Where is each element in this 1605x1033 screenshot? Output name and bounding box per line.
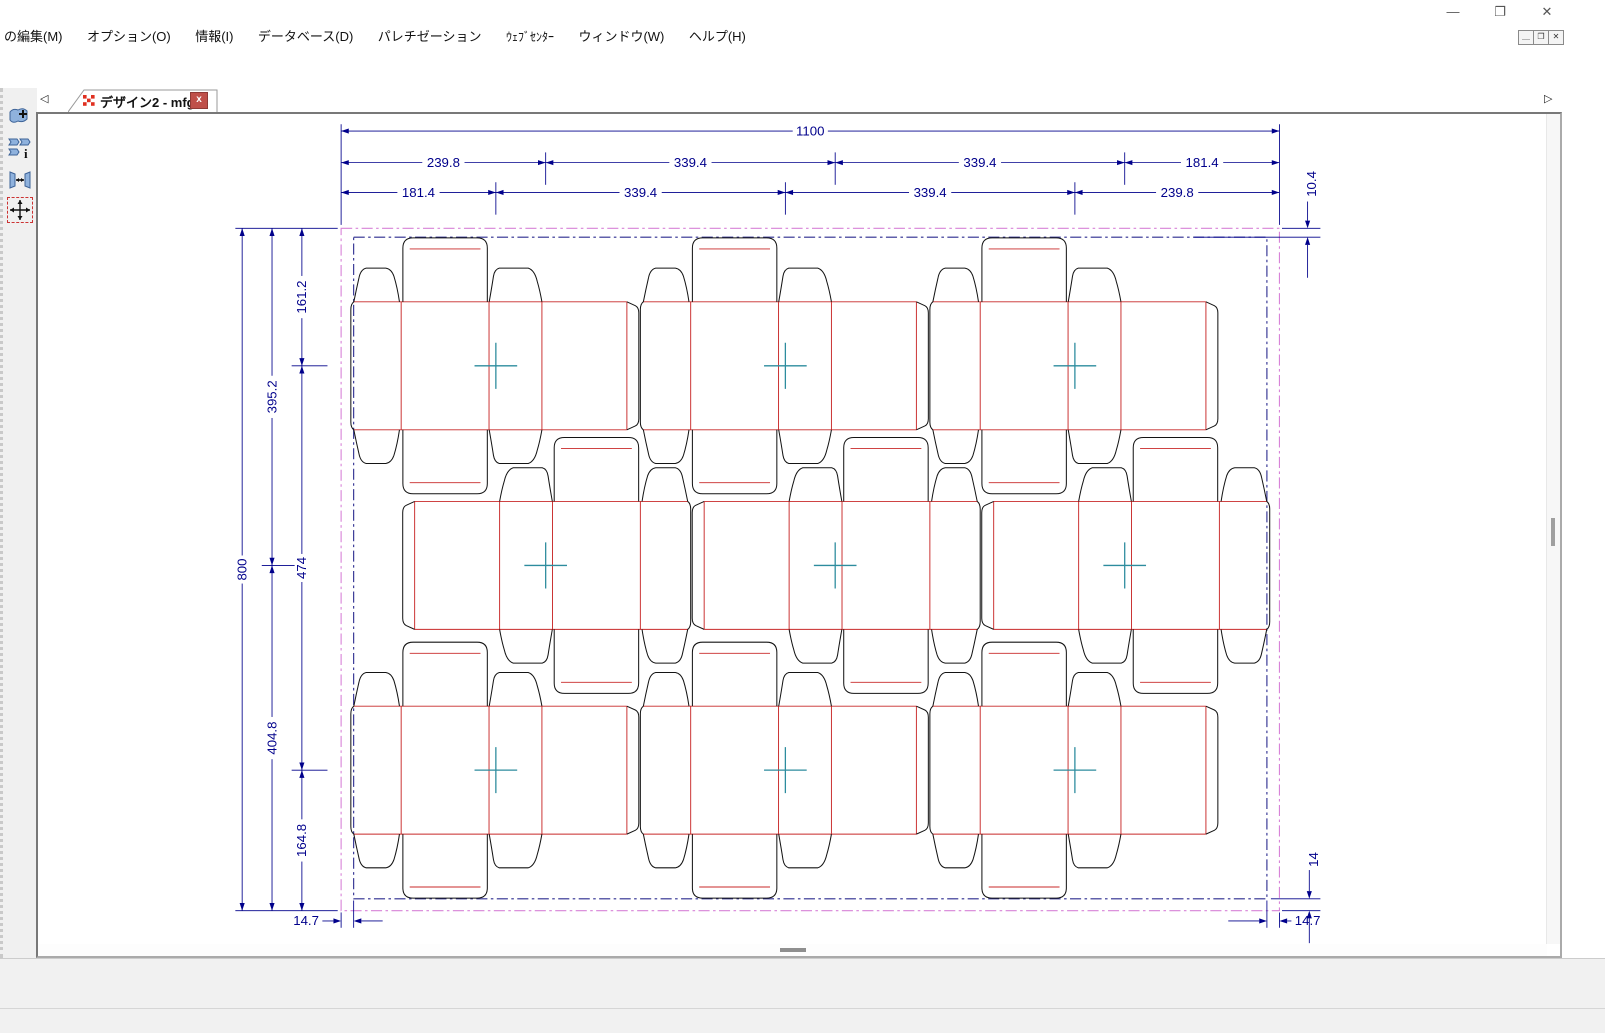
menu-bar: の編集(M) オプション(O) 情報(I) データベース(D) パレチゼーション… [0, 24, 1605, 51]
mdi-minimize-button[interactable]: ＿ [1518, 30, 1534, 45]
svg-text:239.8: 239.8 [1161, 185, 1194, 200]
menu-window[interactable]: ウィンドウ(W) [568, 24, 674, 50]
mdi-restore-button[interactable]: ❐ [1533, 30, 1549, 45]
svg-text:181.4: 181.4 [1186, 155, 1219, 170]
svg-text:800: 800 [234, 558, 249, 580]
svg-text:14.7: 14.7 [1295, 913, 1321, 928]
svg-text:1100: 1100 [796, 123, 824, 138]
tab-title: デザイン2 - mfg [100, 92, 195, 111]
horizontal-scrollbar[interactable] [38, 944, 1547, 956]
side-toolbar: i [0, 88, 37, 958]
mfg-file-icon [83, 94, 97, 107]
gap-distance-button[interactable] [8, 168, 32, 192]
svg-text:239.8: 239.8 [427, 155, 460, 170]
drawing-canvas[interactable]: 1100 239.8 339.4 339.4 181.4 181.4 339.4 339.4 2… [36, 112, 1562, 958]
menu-palletization[interactable]: パレチゼーション [368, 24, 492, 50]
menu-info[interactable]: 情報(I) [185, 24, 243, 50]
svg-text:10.4: 10.4 [1304, 171, 1319, 197]
menu-options[interactable]: オプション(O) [77, 24, 181, 50]
window-maximize-button[interactable]: ❐ [1485, 3, 1515, 21]
manufacturing-layout[interactable]: 1100 239.8 339.4 339.4 181.4 181.4 339.4 339.4 2… [40, 114, 1549, 944]
add-layout-icon [8, 104, 32, 128]
menu-webcenter[interactable]: ｳｪﾌﾞｾﾝﾀｰ [496, 24, 564, 50]
svg-text:i: i [24, 146, 28, 160]
layout-info-button[interactable]: i [8, 136, 32, 160]
status-bar [0, 958, 1605, 1008]
tab-bar: ◁ デザイン2 - mfg x ▷ [36, 88, 1605, 112]
add-layout-button[interactable] [8, 104, 32, 128]
move-tool-icon [8, 198, 32, 222]
svg-text:404.8: 404.8 [264, 722, 279, 755]
bottom-bar [0, 1008, 1605, 1033]
menu-edit[interactable]: の編集(M) [0, 24, 73, 50]
svg-text:474: 474 [294, 557, 309, 579]
horizontal-scrollbar-thumb[interactable] [780, 948, 806, 952]
title-bar: — ❐ ✕ [0, 0, 1605, 24]
mdi-close-button[interactable]: ✕ [1548, 30, 1564, 45]
tab-design2-mfg[interactable]: デザイン2 - mfg x [68, 89, 218, 112]
menu-database[interactable]: データベース(D) [248, 24, 363, 50]
tab-scroll-right-button[interactable]: ▷ [1544, 92, 1552, 105]
svg-text:339.4: 339.4 [674, 155, 707, 170]
svg-text:14.7: 14.7 [293, 913, 319, 928]
main-toolbar: ✓ ダイボードエッジ ▼ [0, 50, 1605, 88]
svg-text:181.4: 181.4 [402, 185, 435, 200]
move-tool-button[interactable] [8, 198, 32, 222]
svg-text:339.4: 339.4 [624, 185, 657, 200]
svg-text:161.2: 161.2 [294, 281, 309, 314]
vertical-scrollbar[interactable] [1546, 114, 1560, 944]
gap-distance-icon [8, 168, 32, 192]
window-minimize-button[interactable]: — [1438, 3, 1468, 21]
svg-text:164.8: 164.8 [294, 824, 309, 857]
window-close-button[interactable]: ✕ [1532, 3, 1562, 21]
vertical-scrollbar-thumb[interactable] [1551, 518, 1555, 546]
svg-text:395.2: 395.2 [264, 380, 279, 413]
tab-scroll-left-button[interactable]: ◁ [40, 92, 48, 105]
tab-close-button[interactable]: x [190, 92, 208, 109]
svg-text:339.4: 339.4 [963, 155, 996, 170]
menu-help[interactable]: ヘルプ(H) [679, 24, 756, 50]
layout-info-icon: i [8, 136, 32, 160]
svg-text:14: 14 [1306, 852, 1321, 867]
svg-text:339.4: 339.4 [914, 185, 947, 200]
